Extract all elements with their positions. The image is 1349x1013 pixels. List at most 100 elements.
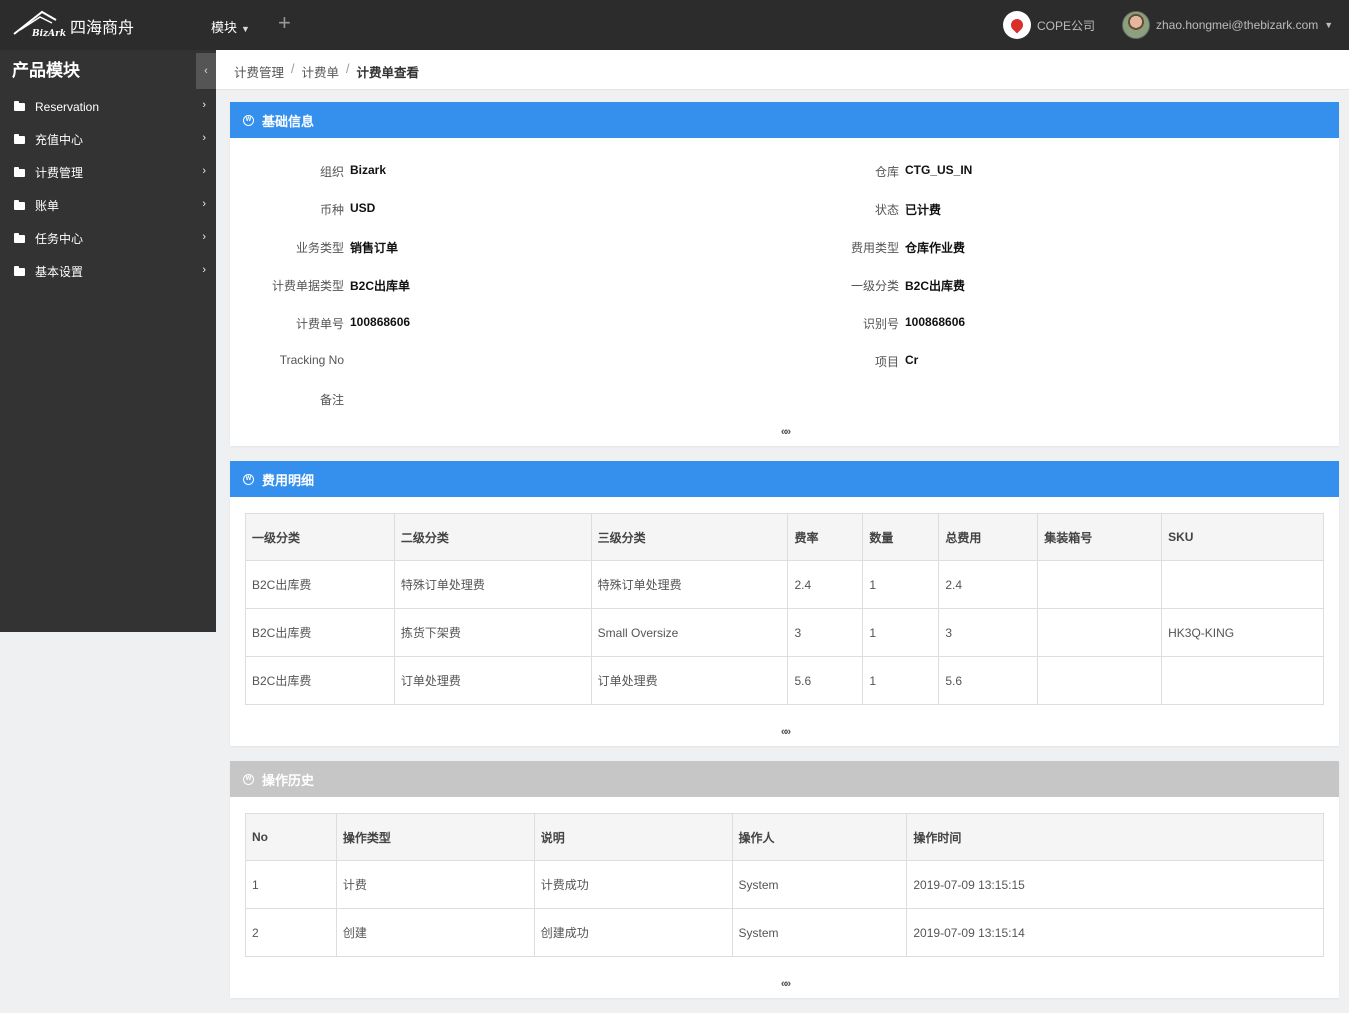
table-cell: 拣货下架费	[393, 608, 592, 657]
info-value: B2C出库费	[905, 279, 966, 293]
chevron-right-icon: ›	[202, 165, 206, 177]
top-bar: BizArk 四海商舟 模块 ▼ + COPE公司 zhao.hongmei@th…	[0, 0, 1349, 50]
table-cell: 2.4	[938, 560, 1039, 609]
column-header: 操作时间	[906, 813, 1324, 861]
info-label: 状态	[874, 203, 899, 217]
info-label: 费用类型	[850, 241, 899, 255]
sidebar-item-label: 任务中心	[35, 232, 84, 246]
table-row: B2C出库费 拣货下架费 Small Oversize 3 1 3 HK3Q-K…	[245, 608, 1324, 657]
sidebar-item-label: 充值中心	[35, 133, 84, 147]
info-label: Tracking No	[279, 353, 344, 367]
column-header: 操作类型	[335, 813, 535, 861]
column-header: 数量	[862, 513, 940, 561]
table-cell: 订单处理费	[590, 656, 789, 705]
table-cell: 1	[862, 608, 940, 657]
basic-info-panel: W 基础信息 组织 Bizark 币种 USD 业务类型 销售订单 计费单据类型…	[230, 102, 1339, 446]
panel-collapse-toggle[interactable]: «»	[776, 426, 794, 438]
bizark-logo-icon: BizArk	[13, 10, 66, 38]
table-cell	[1161, 560, 1324, 609]
table-cell	[1161, 656, 1324, 705]
table-cell	[1037, 608, 1163, 657]
info-label: 组织	[319, 165, 344, 179]
table-cell: 特殊订单处理费	[590, 560, 789, 609]
table-cell: 2019-07-09 13:15:15	[906, 860, 1324, 909]
sidebar-item-settings[interactable]: 基本设置 ›	[0, 255, 216, 288]
panel-collapse-toggle[interactable]: «»	[776, 726, 794, 738]
table-cell: 5.6	[787, 656, 864, 705]
panel-header: W 操作历史	[230, 761, 1339, 797]
table-cell: 2	[245, 908, 337, 957]
breadcrumb-bar: 计费管理 / 计费单 / 计费单查看	[216, 50, 1349, 90]
sidebar-item-billing[interactable]: 计费管理 ›	[0, 156, 216, 189]
module-menu[interactable]: 模块 ▼	[211, 17, 250, 36]
wordpress-icon: W	[243, 114, 254, 126]
breadcrumb-separator: /	[291, 62, 295, 76]
panel-title: 操作历史	[262, 772, 315, 788]
chevron-right-icon: ›	[202, 264, 206, 276]
info-label: 币种	[319, 203, 344, 217]
sidebar-title: 产品模块	[12, 61, 80, 80]
history-table: No 操作类型 说明 操作人 操作时间 1 计费 计费成功 System 201…	[245, 813, 1324, 957]
sidebar-collapse-button[interactable]: ‹	[196, 53, 216, 89]
table-cell: 3	[938, 608, 1039, 657]
caret-down-icon: ▼	[241, 24, 250, 34]
folder-icon	[14, 199, 25, 210]
folder-icon	[14, 166, 25, 177]
folder-icon	[14, 265, 25, 276]
logo-text: 四海商舟	[70, 18, 135, 37]
table-cell	[1037, 560, 1163, 609]
table-row: B2C出库费 订单处理费 订单处理费 5.6 1 5.6	[245, 656, 1324, 705]
panel-title: 费用明细	[262, 472, 315, 488]
breadcrumb: 计费管理 / 计费单 / 计费单查看	[234, 62, 419, 81]
table-cell: HK3Q-KING	[1161, 608, 1324, 657]
history-panel: W 操作历史 No 操作类型 说明 操作人 操作时间 1 计费 计费成功 Sys…	[230, 761, 1339, 998]
logo-brand: BizArk	[31, 29, 66, 38]
add-button[interactable]: +	[278, 10, 291, 36]
folder-icon	[14, 232, 25, 243]
table-cell: 1	[862, 656, 940, 705]
sidebar-item-reservation[interactable]: Reservation ›	[0, 90, 216, 123]
chevron-right-icon: ›	[202, 231, 206, 243]
table-cell: 计费成功	[533, 860, 733, 909]
info-value: USD	[350, 201, 376, 215]
table-header-row: No 操作类型 说明 操作人 操作时间	[245, 813, 1324, 861]
fee-detail-table: 一级分类 二级分类 三级分类 费率 数量 总费用 集装箱号 SKU B2C出库费…	[245, 513, 1324, 705]
table-cell: 1	[862, 560, 940, 609]
column-header: 集装箱号	[1037, 513, 1163, 561]
chevron-right-icon: ›	[202, 99, 206, 111]
fee-detail-panel: W 费用明细 一级分类 二级分类 三级分类 费率 数量 总费用 集装箱号 SKU…	[230, 461, 1339, 746]
company-switcher[interactable]: COPE公司	[1003, 11, 1095, 39]
table-cell: 创建成功	[533, 908, 733, 957]
wordpress-icon: W	[243, 773, 254, 785]
table-cell: B2C出库费	[245, 560, 395, 609]
table-cell: 1	[245, 860, 337, 909]
breadcrumb-item[interactable]: 计费单	[302, 62, 340, 81]
table-cell: Small Oversize	[590, 608, 789, 657]
info-value: CTG_US_IN	[905, 163, 973, 177]
user-email: zhao.hongmei@thebizark.com	[1156, 18, 1319, 32]
breadcrumb-separator: /	[346, 62, 350, 76]
map-pin-icon	[1003, 11, 1031, 39]
panel-collapse-toggle[interactable]: «»	[776, 978, 794, 990]
info-value: 仓库作业费	[905, 241, 966, 255]
sidebar-item-recharge[interactable]: 充值中心 ›	[0, 123, 216, 156]
column-header: 三级分类	[590, 513, 789, 561]
table-header-row: 一级分类 二级分类 三级分类 费率 数量 总费用 集装箱号 SKU	[245, 513, 1324, 561]
column-header: 一级分类	[245, 513, 395, 561]
table-cell: B2C出库费	[245, 656, 395, 705]
breadcrumb-item[interactable]: 计费管理	[234, 62, 284, 81]
logo[interactable]: BizArk 四海商舟	[12, 6, 142, 42]
sidebar-item-label: 账单	[35, 199, 60, 213]
info-label: 业务类型	[295, 241, 344, 255]
info-value: B2C出库单	[350, 279, 411, 293]
column-header: 二级分类	[393, 513, 592, 561]
sidebar-item-label: 计费管理	[35, 166, 84, 180]
chevron-right-icon: ›	[202, 198, 206, 210]
column-header: 操作人	[731, 813, 908, 861]
user-menu[interactable]: zhao.hongmei@thebizark.com ▼	[1122, 11, 1333, 39]
sidebar-item-bills[interactable]: 账单 ›	[0, 189, 216, 222]
table-cell: System	[731, 860, 908, 909]
sidebar-item-label: Reservation	[35, 99, 100, 114]
module-menu-label: 模块	[211, 20, 238, 35]
sidebar-item-tasks[interactable]: 任务中心 ›	[0, 222, 216, 255]
